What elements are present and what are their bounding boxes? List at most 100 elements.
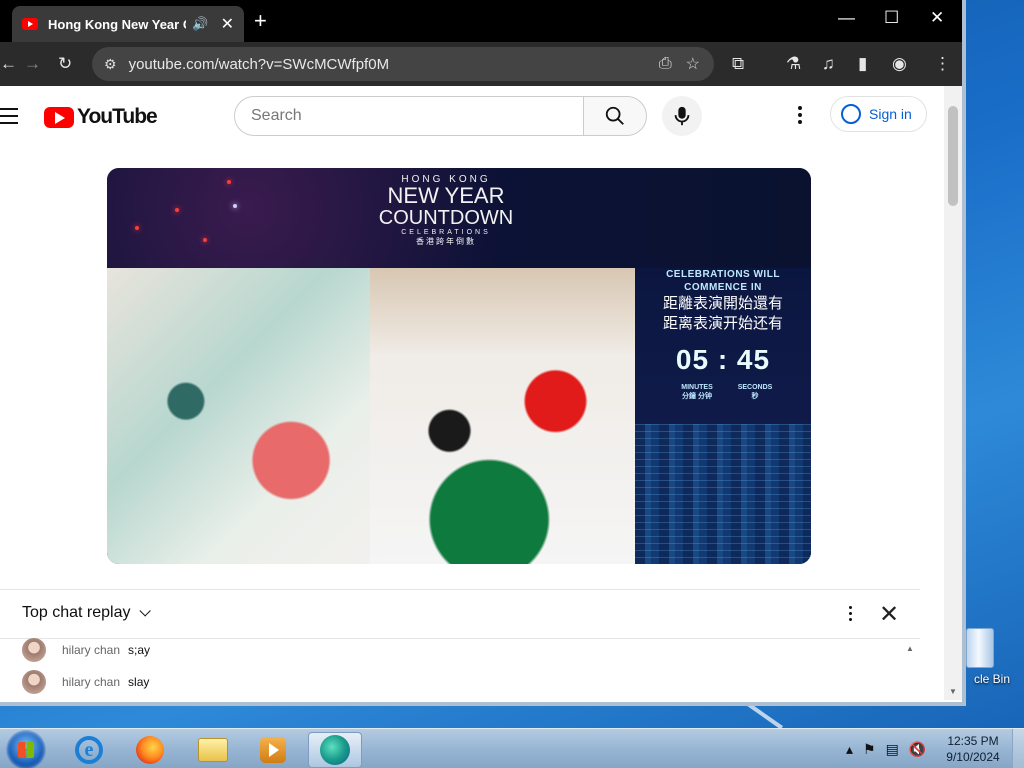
show-desktop-button[interactable] [1012, 729, 1024, 768]
volume-muted-icon[interactable]: 🔇 [909, 741, 926, 758]
chat-close-icon[interactable]: ✕ [879, 600, 899, 629]
search-input[interactable] [234, 96, 584, 136]
chat-author[interactable]: hilary chan [62, 643, 120, 657]
countdown-panel: CELEBRATIONS WILL COMMENCE IN 距離表演開始還有 距… [635, 268, 811, 564]
clock-time: 12:35 PM [947, 734, 999, 748]
celebrations-zh-trad: 距離表演開始還有 [662, 295, 783, 312]
recycle-bin[interactable]: cle Bin [960, 628, 1024, 686]
overlay-countdown: COUNTDOWN [378, 207, 514, 229]
settings-kebab-icon[interactable] [798, 106, 802, 127]
site-info-icon[interactable]: ⚙ [104, 56, 117, 73]
sign-in-button[interactable]: Sign in [830, 96, 927, 132]
chat-mode-dropdown[interactable]: Top chat replay [22, 604, 151, 622]
taskbar-edge[interactable] [308, 732, 362, 768]
user-circle-icon [841, 104, 861, 124]
scroll-down-arrow-icon[interactable]: ▼ [949, 687, 957, 696]
profile-icon[interactable]: ◉ [892, 54, 907, 74]
browser-tab[interactable]: Hong Kong New Year Countdown 🔊 ✕ [12, 6, 244, 42]
video-player[interactable]: HONG KONG NEW YEAR COUNTDOWN CELEBRATION… [107, 168, 811, 564]
scrollbar-thumb[interactable] [948, 106, 958, 206]
flag-icon[interactable]: ⚑ [863, 741, 876, 758]
countdown-timer: 05 : 45 [675, 344, 771, 375]
youtube-wordmark: YouTube [77, 105, 158, 128]
tray-arrow-icon[interactable]: ▴ [846, 741, 853, 758]
celebrations-en: CELEBRATIONS WILL COMMENCE IN [666, 269, 780, 293]
chat-message: hilary chan s;ay [22, 638, 150, 662]
video-banner: HONG KONG NEW YEAR COUNTDOWN CELEBRATION… [107, 168, 811, 268]
avatar[interactable] [22, 670, 46, 694]
youtube-favicon-icon [22, 18, 38, 30]
taskbar-internet-explorer[interactable]: e [62, 732, 116, 768]
firework-spark [203, 238, 207, 242]
countdown-title: HONG KONG NEW YEAR COUNTDOWN CELEBRATION… [377, 174, 515, 247]
maximize-button[interactable]: ☐ [884, 8, 899, 28]
chat-text: s;ay [128, 643, 151, 657]
url-text: youtube.com/watch?v=SWcMCWfpf0M [128, 55, 390, 73]
youtube-logo[interactable]: YouTube [44, 105, 158, 129]
new-tab-button[interactable]: + [254, 8, 267, 34]
network-icon[interactable]: ▤ [886, 741, 899, 758]
chat-options-icon[interactable] [849, 606, 853, 624]
taskbar-firefox[interactable] [123, 732, 177, 768]
internet-explorer-icon: e [75, 736, 103, 764]
chat-message: hilary chan slay [22, 670, 149, 694]
extensions-icon[interactable]: ⧉ [732, 54, 744, 74]
side-panel-icon[interactable]: ▮ [858, 54, 867, 74]
minimize-button[interactable]: — [838, 8, 855, 28]
speaker-icon[interactable]: 🔊 [192, 16, 208, 32]
close-tab-button[interactable]: ✕ [221, 14, 234, 34]
firework-spark [135, 226, 139, 230]
sign-in-label: Sign in [869, 106, 912, 122]
folder-icon [198, 738, 228, 762]
recycle-bin-label: cle Bin [973, 672, 1011, 686]
microphone-icon [674, 106, 690, 126]
firework-spark [227, 180, 231, 184]
page-scrollbar[interactable]: ▼ [944, 86, 962, 700]
clock[interactable]: 12:35 PM 9/10/2024 [940, 733, 1006, 765]
live-chat-panel: Top chat replay ✕ ▲ hilary chan s;ay hil… [0, 589, 920, 701]
video-frame-painting [107, 268, 370, 564]
avatar[interactable] [22, 638, 46, 662]
search-icon [605, 106, 624, 125]
taskbar-file-explorer[interactable] [186, 732, 240, 768]
chat-text: slay [128, 675, 150, 689]
search-button[interactable] [583, 96, 647, 136]
browser-window: Hong Kong New Year Countdown 🔊 ✕ + — ☐ ✕… [0, 0, 966, 706]
taskbar-media-player[interactable] [246, 732, 300, 768]
firework-spark [175, 208, 179, 212]
celebrations-zh-simp: 距离表演开始还有 [662, 315, 783, 332]
browser-toolbar: ← → ↻ ⚙ youtube.com/watch?v=SWcMCWfpf0M … [0, 42, 962, 86]
overlay-celebrations: CELEBRATIONS [401, 229, 491, 236]
firework-spark [233, 204, 237, 208]
start-button[interactable] [6, 730, 46, 768]
chevron-down-icon [138, 605, 151, 617]
youtube-header: YouTube Sign in [0, 86, 944, 146]
voice-search-button[interactable] [662, 96, 702, 136]
tab-bar: Hong Kong New Year Countdown 🔊 ✕ + — ☐ ✕ [0, 0, 962, 42]
back-icon[interactable]: ← [0, 54, 17, 74]
media-player-icon [260, 737, 286, 763]
browser-menu-icon[interactable]: ⋮ [934, 54, 951, 74]
reload-icon[interactable]: ↻ [58, 54, 72, 74]
system-tray: ▴ ⚑ ▤ 🔇 [846, 741, 926, 758]
close-window-button[interactable]: ✕ [930, 8, 944, 28]
celebrations-text: CELEBRATIONS WILL COMMENCE IN 距離表演開始還有 距… [641, 268, 805, 334]
labs-flask-icon[interactable]: ⚗ [786, 54, 801, 74]
city-skyline [635, 424, 811, 564]
chat-author[interactable]: hilary chan [62, 675, 120, 689]
youtube-play-icon [44, 106, 74, 128]
media-control-icon[interactable]: ♫ [822, 54, 835, 74]
overlay-zh: 香港跨年倒數 [416, 237, 476, 246]
install-app-icon[interactable]: ⎙ [659, 55, 672, 73]
seconds-label: SECONDS 秒 [737, 384, 773, 400]
bookmark-star-icon[interactable]: ☆ [686, 54, 700, 74]
edge-icon [320, 735, 350, 765]
recycle-bin-icon [966, 628, 994, 668]
forward-icon[interactable]: → [24, 54, 41, 74]
hamburger-menu-icon[interactable] [0, 108, 18, 129]
video-frame-craft [370, 268, 635, 564]
address-bar[interactable]: ⚙ youtube.com/watch?v=SWcMCWfpf0M ⎙ ☆ [92, 47, 714, 81]
minutes-label: MINUTES 分鐘 分钟 [681, 384, 713, 400]
chat-scroll-up-icon[interactable]: ▲ [906, 644, 914, 653]
taskbar: e ▴ ⚑ ▤ 🔇 12:35 PM 9/10/2024 [0, 728, 1024, 768]
